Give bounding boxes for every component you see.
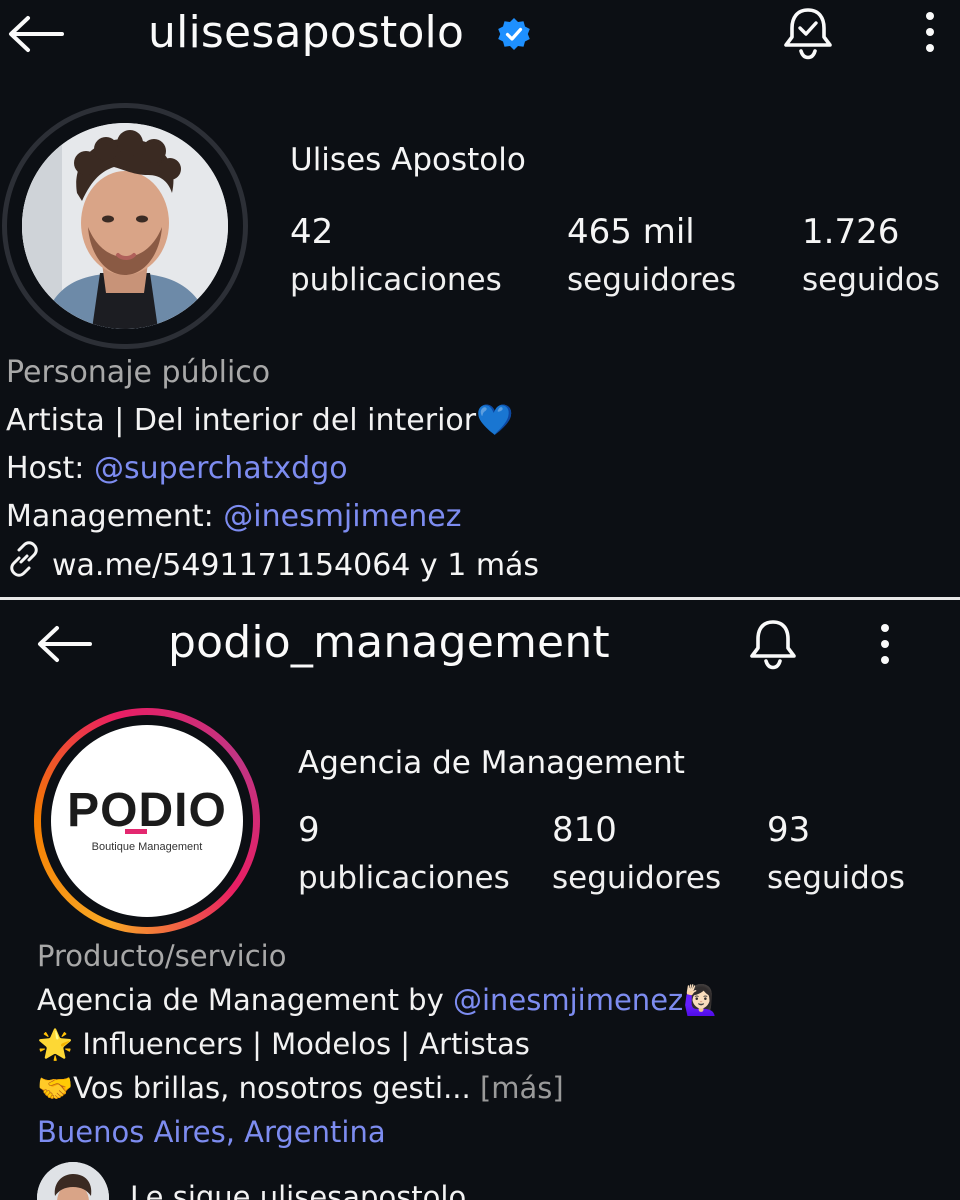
bio-more-link[interactable]: [más]: [480, 1071, 564, 1105]
more-vertical-icon[interactable]: [918, 10, 942, 54]
mention-link-inesmjimenez[interactable]: @inesmjimenez: [223, 499, 461, 534]
profile-category: Personaje público: [6, 355, 271, 390]
followed-by-avatar[interactable]: [37, 1162, 109, 1200]
bio-host-label: Host:: [6, 451, 94, 486]
bio-management-label: Management:: [6, 499, 224, 534]
stat-followers-value: 810: [552, 810, 617, 850]
profile-bio: Producto/servicio Agencia de Management …: [37, 934, 719, 1154]
bell-check-icon[interactable]: [780, 4, 836, 62]
handshake-emoji: 🤝: [37, 1071, 74, 1105]
avatar-ring-gap: PODIO Boutique Management: [41, 715, 253, 927]
bio-text: Agencia de Management by: [37, 983, 453, 1017]
bio-line: Management: @inesmjimenez: [6, 493, 539, 541]
profile-username: podio_management: [168, 617, 610, 668]
stat-following[interactable]: 93 seguidos: [767, 810, 905, 896]
stat-followers-value: 465 mil: [567, 212, 695, 252]
followed-by-text[interactable]: Le sigue ulisesapostolo: [130, 1180, 466, 1200]
profile-category: Producto/servicio: [37, 939, 287, 973]
bio-line: Artista | Del interior del interior💙: [6, 397, 539, 445]
stat-following-value: 1.726: [802, 212, 900, 252]
stat-followers-label: seguidores: [552, 860, 722, 896]
profile-avatar[interactable]: [2, 103, 248, 349]
verified-badge-icon: [497, 17, 531, 55]
stat-posts-value: 42: [290, 212, 334, 252]
link-chain-icon: [6, 541, 42, 592]
bell-icon[interactable]: [746, 616, 800, 672]
back-arrow-icon[interactable]: [36, 624, 92, 664]
profile-bio: Personaje público Artista | Del interior…: [6, 349, 539, 589]
bio-text: Artista | Del interior del interior: [6, 403, 477, 438]
profile-avatar-story-ring[interactable]: PODIO Boutique Management: [34, 708, 260, 934]
profile-full-name: Ulises Apostolo: [290, 142, 526, 178]
back-arrow-icon[interactable]: [6, 14, 64, 54]
profile-username: ulisesapostolo: [148, 7, 465, 58]
bio-external-link[interactable]: wa.me/5491171154064 y 1 más: [6, 541, 539, 589]
stat-posts-label: publicaciones: [298, 860, 510, 896]
location-link[interactable]: Buenos Aires, Argentina: [37, 1110, 719, 1154]
stat-followers-label: seguidores: [567, 262, 737, 298]
stat-posts[interactable]: 42 publicaciones: [290, 212, 502, 298]
bio-text: Influencers | Modelos | Artistas: [73, 1027, 530, 1061]
link-text[interactable]: wa.me/5491171154064 y 1 más: [52, 548, 539, 583]
stat-followers[interactable]: 810 seguidores: [552, 810, 721, 896]
raising-hand-emoji: 🙋🏻‍♀️: [683, 983, 720, 1017]
bio-line: 🤝Vos brillas, nosotros gesti... [más]: [37, 1066, 719, 1110]
stat-following-label: seguidos: [767, 860, 905, 896]
logo-wordmark: PODIO: [67, 784, 227, 837]
mention-link-inesmjimenez[interactable]: @inesmjimenez: [453, 983, 683, 1017]
bio-line: Host: @superchatxdgo: [6, 445, 539, 493]
stat-posts-value: 9: [298, 810, 320, 850]
more-vertical-icon[interactable]: [873, 622, 897, 666]
star-emoji: 🌟: [37, 1027, 74, 1061]
profile-panel-ulisesapostolo: ulisesapostolo Ulises Apostolo 42 public…: [0, 0, 960, 598]
profile-panel-podio-management: podio_management PODIO Boutique Manageme…: [0, 600, 960, 1200]
bio-line: 🌟 Influencers | Modelos | Artistas: [37, 1022, 719, 1066]
stat-following[interactable]: 1.726 seguidos: [802, 212, 940, 298]
bio-text: Vos brillas, nosotros gesti...: [73, 1071, 480, 1105]
stat-posts-label: publicaciones: [290, 262, 502, 298]
mention-link-superchatxdgo[interactable]: @superchatxdgo: [94, 451, 348, 486]
avatar-photo: [22, 123, 228, 329]
logo-subtext: Boutique Management: [91, 841, 203, 853]
profile-full-name: Agencia de Management: [298, 745, 685, 781]
logo-accent-bar: [125, 829, 147, 834]
stat-followers[interactable]: 465 mil seguidores: [567, 212, 736, 298]
blue-heart-emoji: 💙: [476, 403, 514, 438]
podio-logo: PODIO Boutique Management: [51, 725, 243, 917]
stat-following-value: 93: [767, 810, 811, 850]
stat-posts[interactable]: 9 publicaciones: [298, 810, 510, 896]
bio-line: Agencia de Management by @inesmjimenez🙋🏻…: [37, 978, 719, 1022]
stat-following-label: seguidos: [802, 262, 940, 298]
